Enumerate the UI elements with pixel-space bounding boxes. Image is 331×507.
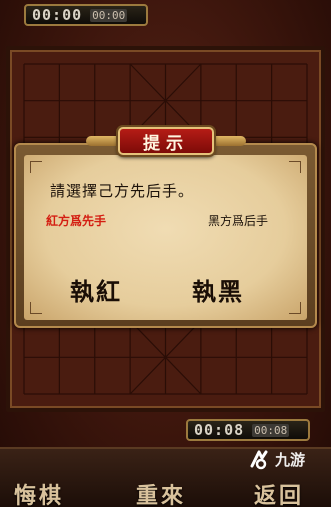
player-total-time: 00:08 <box>194 421 245 439</box>
corner-ornament <box>289 302 301 314</box>
opponent-step-time: 00:00 <box>90 8 128 22</box>
opponent-timer: 00:00 00:00 <box>24 4 148 26</box>
restart-button[interactable]: 重來 <box>136 478 186 507</box>
corner-ornament <box>30 161 42 173</box>
hint-dialog <box>14 143 317 328</box>
black-first-label: 黑方爲后手 <box>208 214 269 228</box>
player-step-time: 00:08 <box>252 423 290 437</box>
undo-button[interactable]: 悔棋 <box>14 478 64 507</box>
watermark-logo: 九游 <box>248 448 305 470</box>
play-black-button[interactable]: 執黑 <box>192 272 244 307</box>
dialog-title: 提示 <box>118 127 214 155</box>
play-red-button[interactable]: 執紅 <box>70 272 122 307</box>
logo-icon <box>250 450 268 470</box>
red-first-label: 紅方爲先手 <box>46 214 107 228</box>
player-timer: 00:08 00:08 <box>186 419 310 441</box>
opponent-total-time: 00:00 <box>32 6 83 24</box>
dialog-prompt: 請選擇己方先后手。 <box>50 182 195 200</box>
back-button[interactable]: 返回 <box>254 478 304 507</box>
corner-ornament <box>289 161 301 173</box>
game-screen: 00:00 00:00 提示 請選擇己方先后手。 紅方爲先手 黑方爲后手 執紅 … <box>0 0 331 507</box>
corner-ornament <box>30 302 42 314</box>
watermark-text: 九游 <box>275 450 306 469</box>
